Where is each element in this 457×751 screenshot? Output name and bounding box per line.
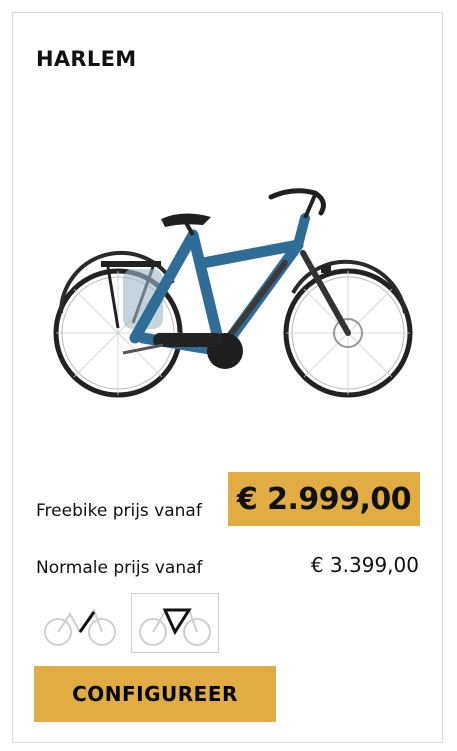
e-bike-image[interactable] <box>53 173 423 413</box>
frame-option-low-step[interactable] <box>36 593 124 653</box>
diamond-frame-icon <box>139 607 211 646</box>
product-title: HARLEM <box>36 47 137 71</box>
normal-price: € 3.399,00 <box>310 553 419 577</box>
frame-option-diamond[interactable] <box>131 593 219 653</box>
low-step-frame-icon <box>44 607 116 646</box>
configure-button[interactable]: CONFIGUREER <box>34 666 276 722</box>
freebike-price-label: Freebike prijs vanaf <box>36 501 202 521</box>
normal-price-label: Normale prijs vanaf <box>36 558 203 578</box>
freebike-price: € 2.999,00 <box>228 472 420 526</box>
product-card: HARLEM Freebike prijs vanaf € 2.999,00 N… <box>12 12 443 743</box>
